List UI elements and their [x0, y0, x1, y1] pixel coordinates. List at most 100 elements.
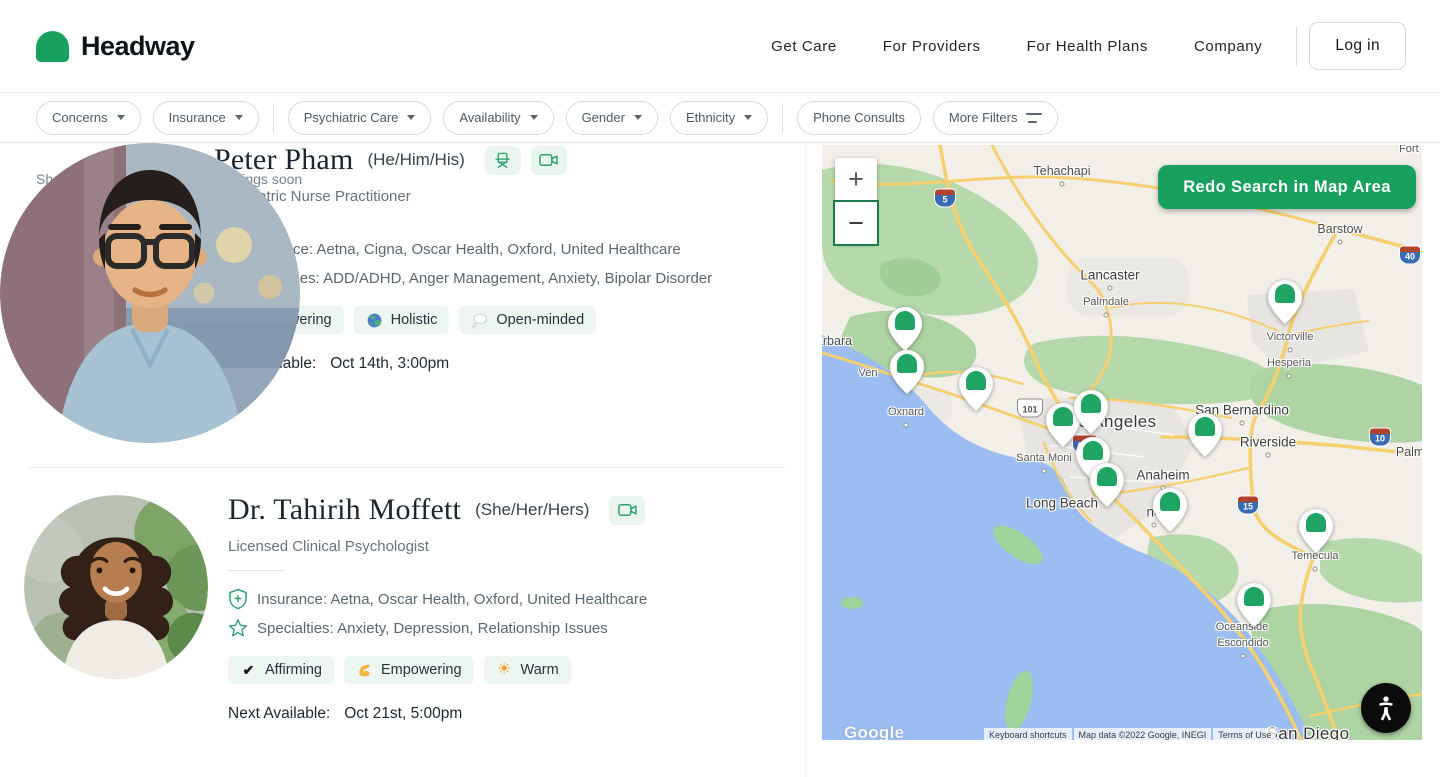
provider-avatar	[24, 495, 208, 679]
provider-map-pin[interactable]	[1089, 462, 1125, 508]
badge-label: Open-minded	[496, 312, 584, 328]
badge-label: Affirming	[265, 662, 322, 678]
map-pin-icon	[887, 306, 923, 352]
filter-availability[interactable]: Availability	[443, 101, 553, 135]
filter-phone-consults[interactable]: Phone Consults	[797, 101, 921, 135]
video-icon	[617, 501, 638, 519]
map-pin-icon	[889, 349, 925, 395]
provider-map-pin[interactable]	[1267, 279, 1303, 325]
badge-affirming: ✔ Affirming	[228, 656, 334, 684]
chair-icon	[492, 151, 513, 169]
next-available-value: Oct 14th, 3:00pm	[330, 355, 449, 373]
map-city-dot	[1240, 638, 1245, 643]
provider-map-pin[interactable]	[1187, 412, 1223, 458]
filter-label: More Filters	[949, 110, 1018, 125]
nav-company[interactable]: Company	[1194, 38, 1262, 55]
next-available-label: Next Available:	[228, 705, 330, 723]
badge-label: Warm	[521, 662, 559, 678]
video-chip	[531, 146, 567, 175]
headway-logo[interactable]: Headway	[36, 31, 195, 62]
map-pin-icon	[958, 366, 994, 412]
chevron-down-icon	[744, 115, 752, 120]
avatar-man-glasses	[0, 143, 300, 443]
globe-icon	[366, 312, 383, 329]
star-icon	[228, 618, 248, 638]
star-icon	[228, 617, 248, 639]
accessibility-button[interactable]	[1361, 683, 1411, 733]
map-city-dot	[1313, 567, 1318, 572]
map-zoom-controls: + −	[835, 158, 877, 244]
interstate-shield-10: 10	[1369, 428, 1391, 447]
provider-map-pin[interactable]	[887, 306, 923, 352]
provider-pronouns: (He/Him/His)	[367, 150, 464, 170]
check-icon: ✔	[243, 663, 255, 677]
filter-more-filters[interactable]: More Filters	[933, 101, 1059, 135]
badge-label: Empowering	[381, 662, 462, 678]
map-city-dot	[1104, 313, 1109, 318]
provider-map-pin[interactable]	[889, 349, 925, 395]
results-panel: Showing 407 providers with openings soon…	[0, 143, 806, 777]
login-button[interactable]: Log in	[1309, 22, 1406, 70]
chevron-down-icon	[117, 115, 125, 120]
headway-logo-icon	[36, 31, 69, 62]
filter-ethnicity[interactable]: Ethnicity	[670, 101, 768, 135]
map[interactable]: Fort IrwinTehachapiBarstowLancasterPalmd…	[822, 145, 1422, 740]
filter-label: Concerns	[52, 110, 108, 125]
redo-search-button[interactable]: Redo Search in Map Area	[1158, 165, 1416, 209]
map-city-dot	[904, 423, 909, 428]
map-city-dot	[1108, 286, 1113, 291]
filter-label: Ethnicity	[686, 110, 735, 125]
filter-bar: Concerns Insurance Psychiatric Care Availab…	[0, 93, 1440, 143]
next-available-row: Next Available: Oct 21st, 5:00pm	[228, 705, 795, 723]
map-attribution-keyboard-shortcuts[interactable]: Keyboard shortcuts	[984, 728, 1072, 740]
map-pin-icon	[1298, 508, 1334, 554]
filter-concerns[interactable]: Concerns	[36, 101, 141, 135]
sun-icon: ☀	[497, 662, 511, 678]
map-attribution: Keyboard shortcutsMap data ©2022 Google,…	[984, 728, 1276, 740]
map-city-dot	[1240, 421, 1245, 426]
insurance-text: Insurance: Aetna, Cigna, Oscar Health, O…	[243, 241, 681, 258]
map-attribution-map-data-2022-google-inegi: Map data ©2022 Google, INEGI	[1074, 728, 1212, 740]
badge-label: Holistic	[391, 312, 438, 328]
provider-map-pin[interactable]	[1298, 508, 1334, 554]
attribute-badges: EmpoweringHolisticOpen-minded	[214, 306, 795, 334]
provider-card[interactable]: Peter Pham (He/Him/His) Psychiatric Nurs…	[0, 143, 795, 373]
nav-get-care[interactable]: Get Care	[771, 38, 837, 55]
map-city-dot	[1287, 374, 1292, 379]
map-pin-icon	[1267, 279, 1303, 325]
map-pin-icon	[1073, 389, 1109, 435]
filter-gender[interactable]: Gender	[566, 101, 658, 135]
map-city-dot	[1266, 453, 1271, 458]
zoom-in-button[interactable]: +	[835, 158, 877, 200]
nav-for-health-plans[interactable]: For Health Plans	[1027, 38, 1148, 55]
nav-for-providers[interactable]: For Providers	[883, 38, 981, 55]
provider-card[interactable]: Dr. Tahirih Moffett (She/Her/Hers) Licen…	[0, 493, 795, 723]
filter-psychiatric-care[interactable]: Psychiatric Care	[288, 101, 432, 135]
header: Headway Get Care For Providers For Health …	[0, 0, 1440, 93]
map-city-dot	[1060, 182, 1065, 187]
avatar-woman-curly	[24, 495, 208, 679]
in-person-chip	[485, 146, 521, 175]
provider-map-pin[interactable]	[958, 366, 994, 412]
provider-map-pin[interactable]	[1073, 389, 1109, 435]
next-available-value: Oct 21st, 5:00pm	[344, 705, 462, 723]
filter-label: Psychiatric Care	[304, 110, 399, 125]
provider-map-pin[interactable]	[1152, 487, 1188, 533]
zoom-out-button[interactable]: −	[835, 202, 877, 244]
provider-map-pin[interactable]	[1236, 582, 1272, 628]
map-city-dot	[1241, 654, 1246, 659]
filter-insurance[interactable]: Insurance	[153, 101, 259, 135]
video-chip	[609, 496, 645, 525]
us-route-shield-101: 101	[1017, 399, 1043, 418]
card-divider	[228, 570, 284, 571]
card-separator	[28, 467, 785, 468]
provider-name: Dr. Tahirih Moffett	[228, 493, 461, 527]
map-attribution-terms-of-use[interactable]: Terms of Use	[1213, 728, 1276, 740]
google-logo: Google	[844, 723, 904, 740]
provider-avatar	[0, 143, 300, 443]
chevron-down-icon	[530, 115, 538, 120]
thought-icon	[471, 312, 488, 329]
badge-empowering: Empowering	[344, 656, 474, 684]
shield-plus-icon	[228, 588, 248, 610]
map-basemap	[822, 145, 1422, 740]
